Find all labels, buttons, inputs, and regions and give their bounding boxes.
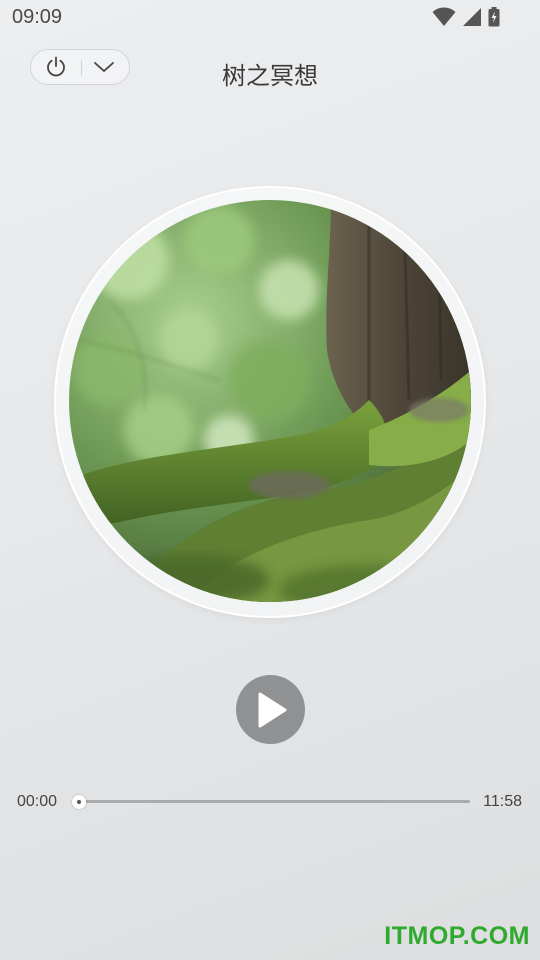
- seek-thumb[interactable]: [72, 795, 86, 809]
- status-icons: [432, 6, 500, 28]
- album-artwork: [69, 200, 471, 602]
- forest-tree-roots-image: [69, 200, 471, 602]
- total-duration: 11:58: [483, 793, 522, 810]
- watermark: ITMOP.COM: [384, 922, 530, 950]
- current-time: 00:00: [17, 793, 58, 810]
- wifi-icon: [432, 7, 456, 26]
- play-icon: [258, 692, 286, 727]
- cell-signal-icon: [463, 8, 481, 26]
- page-title: 树之冥想: [222, 62, 318, 90]
- battery-charging-icon: [488, 7, 500, 27]
- status-time: 09:09: [12, 6, 63, 28]
- seek-bar[interactable]: [79, 800, 470, 803]
- play-button[interactable]: [236, 675, 305, 744]
